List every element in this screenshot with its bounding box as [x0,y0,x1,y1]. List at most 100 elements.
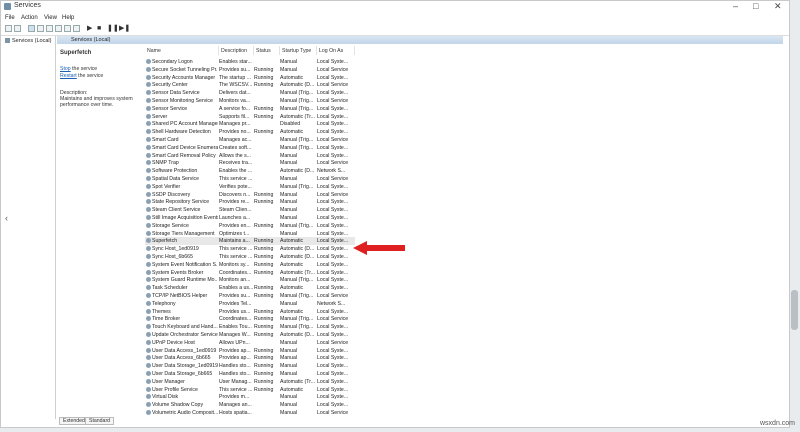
table-row[interactable]: User Data Storage_6b665 Handles sto... Run… [145,370,355,378]
service-log-on-as: Local Syste... [317,230,349,237]
console-tree-icon[interactable] [28,25,35,32]
service-status: Running [254,386,274,393]
properties-icon[interactable] [37,25,44,32]
table-row[interactable]: Shell Hardware Detection Provides no... Ru… [145,128,355,136]
table-row[interactable]: Server Supports fil... Running Automatic (T… [145,113,355,121]
table-row[interactable]: User Data Storage_1ed0919 Handles sto... R… [145,362,355,370]
stop-service-icon[interactable]: ■ [97,25,104,32]
back-icon[interactable] [5,25,12,32]
table-row[interactable]: User Data Access_1ed0919 Provides ap... Ru… [145,347,355,355]
service-log-on-as: Local Syste... [317,285,349,292]
table-row[interactable]: Smart Card Manages ac... Manual (Trig... Lo… [145,136,355,144]
table-row[interactable]: Sensor Monitoring Service Monitors va... M… [145,97,355,105]
column-header-name[interactable]: Name [145,46,219,55]
service-description: Allows UPn... [219,339,250,346]
table-row[interactable]: Sensor Service A service fo... Running Manu… [145,105,355,113]
table-row[interactable]: User Manager User Manag... Running Automati… [145,378,355,386]
help-icon[interactable] [64,25,71,32]
service-status: Running [254,82,274,89]
table-row[interactable]: Storage Tiers Management Optimizes t... Ma… [145,230,355,238]
service-startup-type: Manual [280,339,298,346]
restart-service-icon[interactable]: ▶❚ [119,25,130,32]
table-row[interactable]: Sync Host_6b665 This service ... Running Au… [145,253,355,261]
table-row[interactable]: Time Broker Coordinates... Running Manual (… [145,315,355,323]
table-row[interactable]: User Profile Service This service ... Runn… [145,386,355,394]
table-row[interactable]: System Guard Runtime Mo... Monitors an...… [145,276,355,284]
service-log-on-as: Local Syste... [317,152,349,159]
minimize-button[interactable]: – [733,1,738,11]
collapse-panel-icon[interactable]: ‹ [5,213,8,223]
service-name: Volume Shadow Copy [152,402,204,409]
column-header-description[interactable]: Description [219,46,254,55]
table-row[interactable]: Spatial Data Service This service ... Manu… [145,175,355,183]
maximize-button[interactable]: □ [753,1,758,11]
table-row[interactable]: UPnP Device Host Allows UPn... Manual Local… [145,339,355,347]
service-startup-type: Automatic [280,238,304,245]
table-row[interactable]: Secure Socket Tunneling Pr... Provides su… [145,66,355,74]
service-gear-icon [146,339,151,345]
forward-icon[interactable] [14,25,21,32]
table-row[interactable]: Smart Card Device Enumera... Creates soft… [145,144,355,152]
column-header-status[interactable]: Status [254,46,280,55]
table-row[interactable]: Software Protection Enables the ... Automa… [145,167,355,175]
export-icon[interactable] [55,25,62,32]
menu-bar: File Action View Help [1,13,789,23]
service-log-on-as: Local Service [317,176,349,182]
service-log-on-as: Local Service [317,339,349,346]
table-row[interactable]: Task Scheduler Enables a us... Running Auto… [145,284,355,292]
table-row[interactable]: Security Accounts Manager The startup ...… [145,74,355,82]
service-description: Enables a us... [219,285,253,292]
scrollbar-thumb[interactable] [791,290,798,330]
table-row[interactable]: State Repository Service Provides re... Ru… [145,198,355,206]
service-gear-icon [146,246,151,252]
pause-service-icon[interactable]: ❚❚ [107,25,119,32]
table-row[interactable]: Virtual Disk Provides m... Manual Local Sys… [145,393,355,401]
service-name: Shared PC Account Manager [152,121,218,128]
table-row[interactable]: System Event Notification S... Monitors s… [145,261,355,269]
start-service-icon[interactable]: ▶ [87,25,94,32]
tab-standard[interactable]: Standard [85,417,115,425]
table-row[interactable]: Themes Provides us... Running Automatic Loca… [145,308,355,316]
service-startup-type: Manual (Trig... [280,144,314,151]
table-row[interactable]: Sensor Data Service Delivers dat... Manual… [145,89,355,97]
table-row[interactable]: User Data Access_6b665 Provides ap... Runn… [145,354,355,362]
refresh-icon[interactable] [46,25,53,32]
close-button[interactable]: ✕ [774,1,782,12]
table-row[interactable]: Volume Shadow Copy Manages an... Manual Loc… [145,401,355,409]
table-row[interactable]: Storage Service Provides en... Running Manu… [145,222,355,230]
service-status: Running [254,371,274,377]
table-row[interactable]: Superfetch Maintains a... Running Automatic… [145,237,355,246]
service-name: Smart Card Removal Policy [152,152,216,159]
table-row[interactable]: Shared PC Account Manager Manages pr... Di… [145,120,355,128]
tree-item-services-local[interactable]: Services (Local) [5,38,51,44]
stop-service-link[interactable]: Stop [60,66,71,72]
table-row[interactable]: Spot Verifier Verifies pote... Manual (Tri… [145,183,355,191]
menu-file[interactable]: File [5,15,15,21]
table-row[interactable]: Secondary Logon Enables star... Manual Loca… [145,58,355,66]
table-row[interactable]: Volumetric Audio Composit... Hosts spatia… [145,409,355,417]
column-header-log-on-as[interactable]: Log On As [317,46,355,55]
outer-scrollbar[interactable] [790,0,800,432]
table-row[interactable]: SSDP Discovery Discovers n... Running Manua… [145,191,355,199]
restart-service-link[interactable]: Restart [60,73,77,79]
column-header-startup-type[interactable]: Startup Type [280,46,317,55]
menu-action[interactable]: Action [21,15,38,21]
table-row[interactable]: Still Image Acquisition Events Launches a… [145,214,355,222]
table-row[interactable]: Security Center The WSCSV... Running Automa… [145,81,355,89]
table-row[interactable]: Touch Keyboard and Hand... Enables Tou...… [145,323,355,331]
service-gear-icon [146,98,151,103]
table-row[interactable]: Smart Card Removal Policy Allows the s...… [145,152,355,160]
menu-help[interactable]: Help [62,15,74,21]
service-name: Secondary Logon [152,59,193,65]
table-row[interactable]: SNMP Trap Receives tra... Manual Local Serv… [145,159,355,167]
table-row[interactable]: Steam Client Service Steam Clien... Manual… [145,206,355,214]
service-log-on-as: Local Service [317,66,349,73]
menu-view[interactable]: View [44,15,57,21]
table-row[interactable]: Sync Host_1ed0919 This service ... Running… [145,245,355,253]
table-row[interactable]: Update Orchestrator Service Manages W... R… [145,331,355,339]
table-row[interactable]: Telephony Provides Tel... Manual Network S.… [145,300,355,308]
table-row[interactable]: TCP/IP NetBIOS Helper Provides su... Runni… [145,292,355,300]
view-icon[interactable] [73,25,80,32]
table-row[interactable]: System Events Broker Coordinates... Runnin… [145,269,355,277]
service-name: System Event Notification S... [152,261,218,268]
